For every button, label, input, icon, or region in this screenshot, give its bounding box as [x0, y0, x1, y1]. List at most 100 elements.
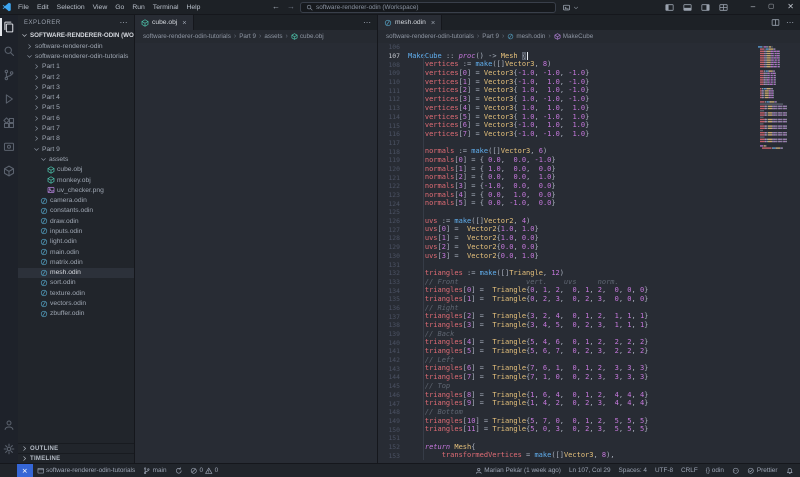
tree-item-part-3[interactable]: Part 3 — [18, 82, 134, 92]
menu-selection[interactable]: Selection — [53, 4, 89, 11]
tree-item-light-odin[interactable]: light.odin — [18, 237, 134, 247]
copilot-badge-icon — [562, 3, 571, 12]
chevron-right-icon — [33, 115, 40, 122]
status-git-branch[interactable]: main — [139, 464, 170, 477]
activity-run-debug-button[interactable] — [0, 87, 18, 111]
tree-item-software-renderer-odin[interactable]: software-renderer-odin — [18, 41, 134, 51]
tree-item-part-6[interactable]: Part 6 — [18, 113, 134, 123]
status-git-sync[interactable] — [171, 464, 187, 477]
restore-button[interactable]: ▢ — [768, 0, 774, 14]
tab-cube-obj[interactable]: cube.obj × — [135, 15, 194, 30]
tree-item-mesh-odin[interactable]: mesh.odin — [18, 267, 134, 278]
tree-item-constants-odin[interactable]: constants.odin — [18, 206, 134, 216]
code-editor[interactable]: 106 107 MakeCube :: proc() -> Mesh {108 ve… — [378, 43, 800, 463]
menu-file[interactable]: File — [14, 4, 33, 11]
tree-item-camera-odin[interactable]: camera.odin — [18, 195, 134, 205]
activity-source-control-button[interactable] — [0, 63, 18, 87]
toggle-secondary-sidebar-button[interactable] — [701, 3, 710, 12]
tree-item-part-5[interactable]: Part 5 — [18, 103, 134, 113]
activity-settings-button[interactable] — [0, 437, 18, 461]
status-problems[interactable]: 00 — [186, 464, 222, 477]
tree-item-texture-odin[interactable]: texture.odin — [18, 288, 134, 298]
menu-view[interactable]: View — [89, 4, 112, 11]
minimize-button[interactable]: – — [751, 0, 755, 14]
breadcrumb-item-software-renderer-odin-tutorials[interactable]: software-renderer-odin-tutorials — [386, 33, 474, 40]
status-language-mode[interactable]: {} odin — [702, 464, 728, 477]
tree-item-part-7[interactable]: Part 7 — [18, 123, 134, 133]
workspace-root-row[interactable]: SOFTWARE-RENDERER-ODIN (WORKSP... — [18, 30, 134, 41]
command-center-search[interactable]: software-renderer-odin (Workspace) — [300, 2, 556, 13]
tab-mesh-odin[interactable]: mesh.odin × — [378, 15, 443, 30]
tree-item-part-4[interactable]: Part 4 — [18, 92, 134, 102]
tree-item-main-odin[interactable]: main.odin — [18, 247, 134, 257]
tree-item-assets[interactable]: assets — [18, 154, 134, 164]
tree-item-inputs-odin[interactable]: inputs.odin — [18, 226, 134, 236]
activity-explorer-button[interactable] — [0, 15, 18, 39]
menu-run[interactable]: Run — [128, 4, 148, 11]
tree-item-draw-odin[interactable]: draw.odin — [18, 216, 134, 226]
explorer-title: EXPLORER — [24, 19, 61, 26]
toggle-sidebar-button[interactable] — [665, 3, 674, 12]
text-cursor — [526, 51, 528, 60]
split-editor-icon[interactable] — [771, 18, 780, 27]
close-icon[interactable]: × — [182, 18, 186, 27]
status-indentation[interactable]: Spaces: 4 — [615, 464, 651, 477]
status-git-author[interactable]: Marian Pekár (1 week ago) — [471, 464, 565, 477]
breadcrumb-item-makecube[interactable]: MakeCube — [554, 33, 593, 40]
obj-cube-icon — [291, 33, 298, 40]
customize-layout-button[interactable] — [719, 3, 728, 12]
tree-item-part-9[interactable]: Part 9 — [18, 144, 134, 154]
breadcrumb-item-part-9[interactable]: Part 9 — [239, 33, 256, 40]
copilot-menu-button[interactable] — [562, 3, 579, 12]
tree-item-matrix-odin[interactable]: matrix.odin — [18, 257, 134, 267]
extensions-icon — [3, 117, 15, 129]
tree-item-part-8[interactable]: Part 8 — [18, 134, 134, 144]
status-formatter[interactable]: Prettier — [743, 464, 781, 477]
activity-accounts-button[interactable] — [0, 413, 18, 437]
breadcrumb-item-cube-obj[interactable]: cube.obj — [291, 33, 324, 40]
breadcrumb-item-assets[interactable]: assets — [264, 33, 282, 40]
tree-item-part-2[interactable]: Part 2 — [18, 72, 134, 82]
status-notifications[interactable] — [782, 464, 798, 477]
menu-go[interactable]: Go — [111, 4, 128, 11]
timeline-section[interactable]: TIMELINE — [18, 453, 134, 463]
status-cursor-position[interactable]: Ln 107, Col 29 — [565, 464, 615, 477]
activity-package-explorer-button[interactable] — [0, 159, 18, 183]
editor-pane-empty[interactable] — [135, 43, 377, 463]
status-workspace[interactable]: software-renderer-odin-tutorials — [33, 464, 140, 477]
tree-item-part-1[interactable]: Part 1 — [18, 62, 134, 72]
status-eol[interactable]: CRLF — [677, 464, 702, 477]
debug-icon — [3, 93, 15, 105]
activity-search-button[interactable] — [0, 39, 18, 63]
status-remote-indicator[interactable] — [17, 463, 33, 477]
outline-section[interactable]: OUTLINE — [18, 443, 134, 453]
breadcrumb-item-software-renderer-odin-tutorials[interactable]: software-renderer-odin-tutorials — [143, 33, 231, 40]
close-button[interactable]: ✕ — [787, 0, 794, 14]
status-copilot[interactable] — [728, 464, 744, 477]
tree-item-zbuffer-odin[interactable]: zbuffer.odin — [18, 309, 134, 319]
more-actions-button[interactable]: ⋯ — [786, 18, 794, 27]
chevron-right-icon — [33, 135, 40, 142]
branch-icon — [3, 69, 15, 81]
breadcrumb-item-part-9[interactable]: Part 9 — [482, 33, 499, 40]
tree-item-cube-obj[interactable]: cube.obj — [18, 165, 134, 175]
more-actions-button[interactable]: ⋯ — [363, 18, 371, 27]
tree-item-vectors-odin[interactable]: vectors.odin — [18, 298, 134, 308]
activity-remote-explorer-button[interactable] — [0, 135, 18, 159]
explorer-actions-button[interactable]: ⋯ — [120, 18, 129, 27]
breadcrumb-item-mesh-odin[interactable]: mesh.odin — [507, 33, 545, 40]
back-arrow-icon[interactable]: ← — [272, 2, 280, 11]
menu-help[interactable]: Help — [182, 4, 204, 11]
activity-extensions-button[interactable] — [0, 111, 18, 135]
tree-item-sort-odin[interactable]: sort.odin — [18, 278, 134, 288]
forward-arrow-icon[interactable]: → — [287, 2, 295, 11]
tree-item-software-renderer-odin-tutorials[interactable]: software-renderer-odin-tutorials — [18, 51, 134, 61]
minimap[interactable] — [758, 44, 796, 154]
tree-item-monkey-obj[interactable]: monkey.obj — [18, 175, 134, 185]
tree-item-uv-checker-png[interactable]: uv_checker.png — [18, 185, 134, 195]
close-icon[interactable]: × — [431, 18, 435, 27]
toggle-panel-button[interactable] — [683, 3, 692, 12]
status-encoding[interactable]: UTF-8 — [651, 464, 677, 477]
menu-terminal[interactable]: Terminal — [149, 4, 183, 11]
menu-edit[interactable]: Edit — [33, 4, 53, 11]
